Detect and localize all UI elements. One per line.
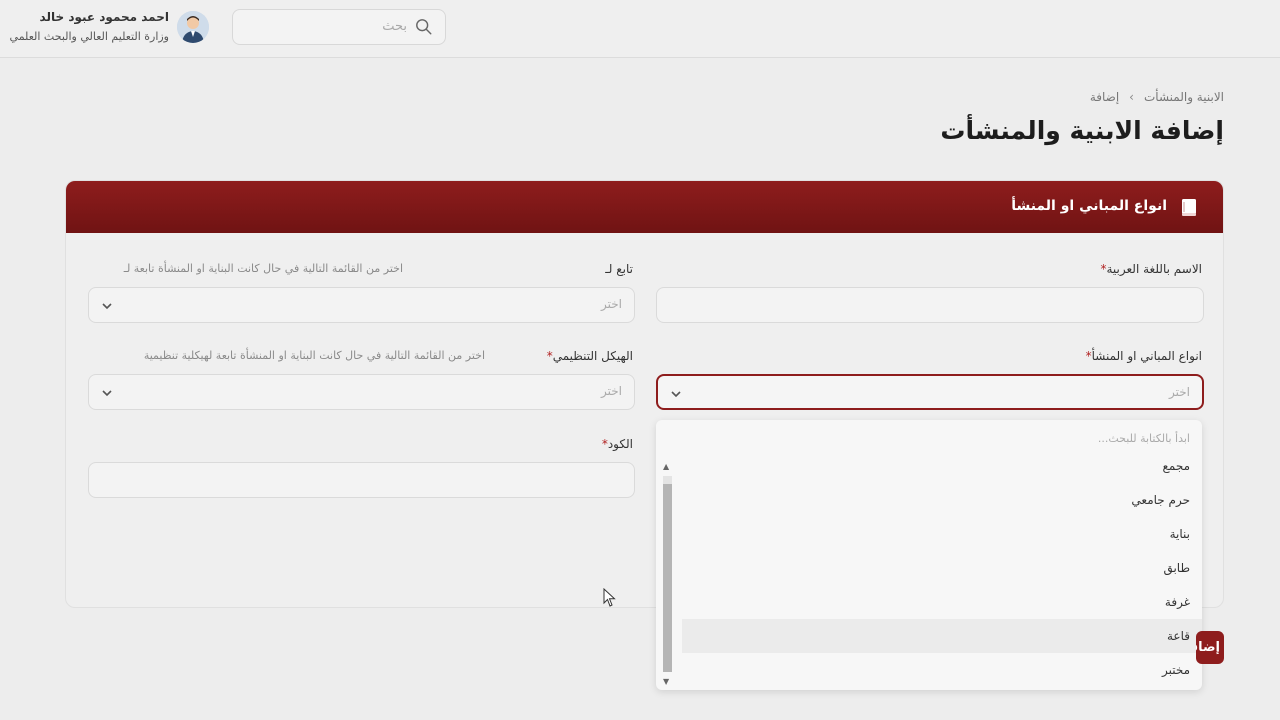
building-type-select[interactable]: اختر xyxy=(656,374,1204,410)
scroll-down-icon[interactable]: ▼ xyxy=(663,677,669,686)
dropdown-scrollbar[interactable]: ▲ ▼ xyxy=(660,462,674,686)
code-label: الكود* xyxy=(601,437,633,451)
dropdown-option[interactable]: مختبر xyxy=(682,653,1202,687)
arabic-name-label: الاسم باللغة العربية* xyxy=(1100,262,1203,276)
avatar[interactable] xyxy=(177,11,209,43)
search-placeholder: بحث xyxy=(382,19,407,34)
chevron-down-icon xyxy=(102,390,112,397)
scrollbar-thumb[interactable] xyxy=(663,484,672,672)
arabic-name-input[interactable] xyxy=(656,287,1204,323)
code-input[interactable] xyxy=(88,462,635,498)
user-name: احمد محمود عبود خالد xyxy=(39,10,169,24)
user-avatar-icon xyxy=(177,11,209,43)
org-structure-hint: اختر من القائمة التالية في حال كانت البن… xyxy=(143,349,485,362)
dropdown-option[interactable]: حرم جامعي xyxy=(682,483,1202,517)
building-type-dropdown: ابدأ بالكتابة للبحث... مجمع حرم جامعي بن… xyxy=(656,420,1202,690)
parent-hint: اختر من القائمة التالية في حال كانت البن… xyxy=(123,262,403,275)
chevron-down-icon xyxy=(671,391,681,398)
org-structure-placeholder: اختر xyxy=(601,384,622,398)
page-title: إضافة الابنية والمنشأت xyxy=(940,116,1224,145)
dropdown-search-input[interactable]: ابدأ بالكتابة للبحث... xyxy=(1098,432,1190,445)
submit-button[interactable]: إضافة xyxy=(1196,631,1224,664)
mouse-cursor-icon xyxy=(603,588,616,607)
dropdown-option-hovered[interactable]: قاعة xyxy=(682,619,1202,653)
parent-placeholder: اختر xyxy=(601,297,622,311)
org-structure-select[interactable]: اختر xyxy=(88,374,635,410)
parent-label: تابع لـ xyxy=(605,262,633,276)
card-header: انواع المباني او المنشأ xyxy=(66,181,1223,233)
parent-select[interactable]: اختر xyxy=(88,287,635,323)
breadcrumb-current: إضافة xyxy=(1089,90,1120,104)
top-bar: بحث احمد محمود عبود خالد وزارة التعليم ا… xyxy=(0,0,1280,58)
book-icon xyxy=(1182,199,1196,216)
card-title: انواع المباني او المنشأ xyxy=(1011,198,1167,214)
breadcrumb-parent[interactable]: الابنية والمنشأت xyxy=(1144,90,1224,104)
chevron-left-icon: › xyxy=(1129,90,1134,104)
dropdown-option[interactable]: بناية xyxy=(682,517,1202,551)
dropdown-option[interactable]: غرفة xyxy=(682,585,1202,619)
scroll-up-icon[interactable]: ▲ xyxy=(663,462,669,471)
dropdown-option[interactable]: طابق xyxy=(682,551,1202,585)
org-structure-label: الهيكل التنظيمي* xyxy=(546,349,633,363)
chevron-down-icon xyxy=(102,303,112,310)
dropdown-option[interactable]: مجمع xyxy=(682,449,1202,483)
search-input[interactable]: بحث xyxy=(232,9,446,45)
building-type-label: انواع المباني او المنشأ* xyxy=(1085,349,1202,363)
user-organization: وزارة التعليم العالي والبحث العلمي xyxy=(9,30,169,43)
breadcrumb: الابنية والمنشأت › إضافة xyxy=(1090,90,1224,104)
search-icon xyxy=(416,19,432,35)
building-type-placeholder: اختر xyxy=(1169,385,1190,399)
